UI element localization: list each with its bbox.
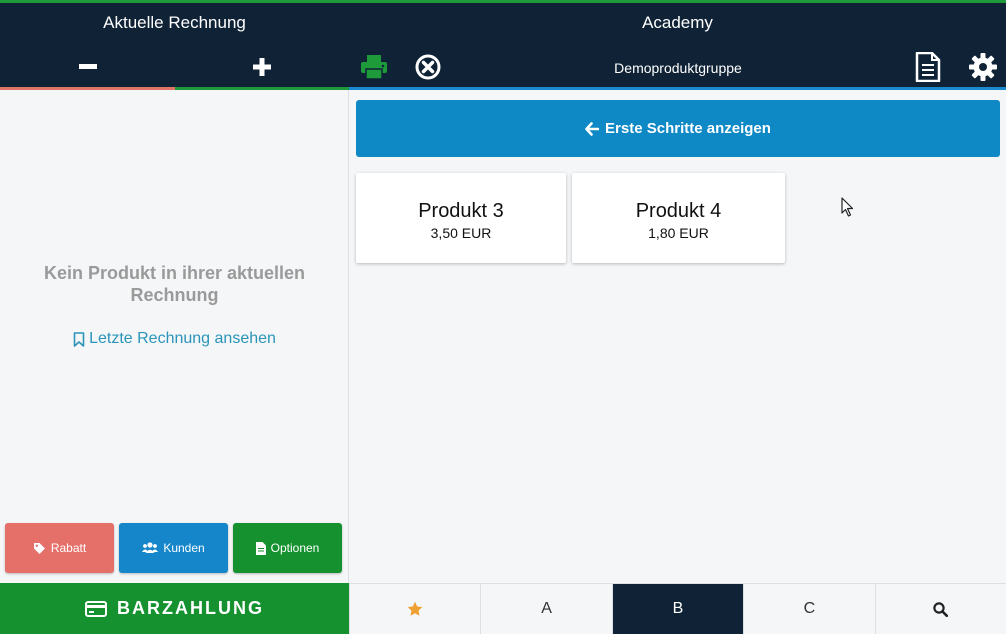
- print-button[interactable]: [356, 51, 392, 83]
- options-button[interactable]: Optionen: [233, 523, 342, 573]
- tab-favorites[interactable]: [349, 584, 481, 634]
- cash-payment-label: BARZAHLUNG: [117, 598, 264, 618]
- customers-button[interactable]: Kunden: [119, 523, 228, 573]
- mouse-cursor-icon: [841, 197, 854, 217]
- product-card[interactable]: Produkt 3 3,50 EUR: [356, 173, 566, 263]
- header: Aktuelle Rechnung Academy Demoproduktgru…: [0, 3, 1006, 88]
- bookmark-icon: [73, 331, 85, 347]
- settings-button[interactable]: [964, 51, 1002, 83]
- document-button[interactable]: [910, 51, 946, 83]
- discount-button[interactable]: Rabatt: [5, 523, 114, 573]
- discount-label: Rabatt: [50, 541, 87, 555]
- shop-title: Academy: [642, 13, 713, 32]
- decrease-button[interactable]: [0, 51, 175, 83]
- first-steps-label: Erste Schritte anzeigen: [605, 120, 771, 137]
- last-invoice-link[interactable]: Letzte Rechnung ansehen: [0, 330, 349, 348]
- cancel-invoice-button[interactable]: [410, 51, 446, 83]
- current-invoice-panel: Kein Produkt in ihrer aktuellen Rechnung…: [0, 90, 349, 583]
- tab-a[interactable]: A: [480, 584, 612, 634]
- tab-c[interactable]: C: [743, 584, 875, 634]
- cash-payment-button[interactable]: BARZAHLUNG: [0, 583, 349, 634]
- product-price: 1,80 EUR: [648, 225, 709, 241]
- arrow-left-icon: [585, 121, 600, 136]
- product-group-tabs: A B C: [349, 583, 1006, 634]
- empty-invoice-message: Kein Produkt in ihrer aktuellen Rechnung: [43, 263, 306, 305]
- product-price: 3,50 EUR: [430, 225, 492, 241]
- tab-b[interactable]: B: [611, 584, 744, 634]
- tab-search[interactable]: [874, 584, 1006, 634]
- gear-icon: [969, 53, 997, 81]
- star-icon: [407, 601, 423, 616]
- product-name: Produkt 4: [635, 200, 722, 222]
- customers-label: Kunden: [163, 541, 205, 555]
- product-name: Produkt 3: [418, 200, 504, 222]
- plus-icon: [253, 58, 271, 76]
- last-invoice-label: Letzte Rechnung ansehen: [89, 330, 276, 347]
- first-steps-button[interactable]: Erste Schritte anzeigen: [356, 100, 1000, 157]
- document-icon: [255, 541, 266, 555]
- search-icon: [933, 601, 949, 617]
- printer-icon: [361, 55, 387, 80]
- options-label: Optionen: [270, 541, 320, 555]
- users-icon: [142, 542, 159, 553]
- increase-button[interactable]: [175, 51, 349, 83]
- tag-icon: [33, 542, 45, 554]
- cancel-circle-icon: [415, 54, 441, 80]
- products-panel: Erste Schritte anzeigen Produkt 3 3,50 E…: [349, 90, 1006, 583]
- document-icon: [915, 52, 941, 82]
- product-group-label[interactable]: Demoproduktgruppe: [560, 60, 796, 76]
- product-card[interactable]: Produkt 4 1,80 EUR: [572, 173, 785, 263]
- current-invoice-title: Aktuelle Rechnung: [103, 13, 246, 32]
- minus-icon: [78, 64, 97, 69]
- credit-card-icon: [85, 600, 107, 617]
